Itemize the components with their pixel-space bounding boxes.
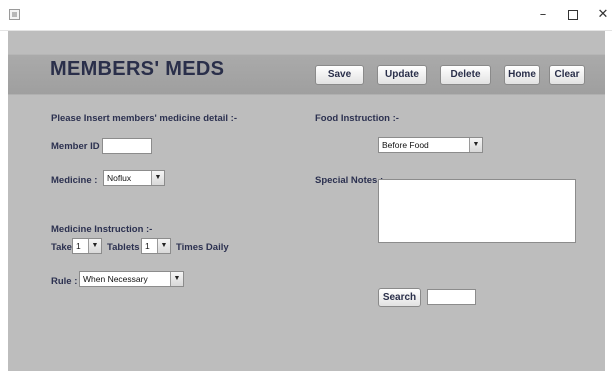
food-instruction-label: Food Instruction :-: [315, 113, 399, 124]
update-button[interactable]: Update: [377, 65, 427, 85]
take-label: Take: [51, 242, 72, 253]
take-count-select[interactable]: 1 ▼: [72, 238, 102, 254]
chevron-down-icon: ▼: [170, 272, 183, 286]
chevron-down-icon: ▼: [88, 239, 101, 253]
home-button[interactable]: Home: [504, 65, 540, 85]
special-notes-textarea[interactable]: [378, 179, 576, 243]
chevron-down-icon: ▼: [151, 171, 164, 185]
minimize-button[interactable]: –: [532, 6, 554, 24]
member-id-label: Member ID :: [51, 141, 106, 152]
food-instruction-value: Before Food: [382, 140, 429, 150]
page-title: MEMBERS' MEDS: [50, 58, 225, 80]
chevron-down-icon: ▼: [157, 239, 170, 253]
java-app-icon: [9, 9, 20, 20]
member-id-field[interactable]: [102, 138, 152, 154]
times-count-select[interactable]: 1 ▼: [141, 238, 171, 254]
medicine-select-value: Noflux: [107, 173, 132, 183]
search-button[interactable]: Search: [378, 288, 421, 307]
search-field[interactable]: [427, 289, 476, 305]
title-bar: – ✕: [0, 0, 612, 31]
save-button[interactable]: Save: [315, 65, 364, 85]
food-instruction-select[interactable]: Before Food ▼: [378, 137, 483, 153]
medicine-label: Medicine :: [51, 175, 98, 186]
main-panel: MEMBERS' MEDS Save Update Delete Home Cl…: [8, 31, 605, 371]
close-button[interactable]: ✕: [592, 6, 612, 24]
chevron-down-icon: ▼: [469, 138, 482, 152]
tablets-label: Tablets: [107, 242, 140, 253]
rule-select-value: When Necessary: [83, 274, 148, 284]
delete-button[interactable]: Delete: [440, 65, 491, 85]
rule-select[interactable]: When Necessary ▼: [79, 271, 184, 287]
rule-label: Rule :: [51, 276, 78, 287]
section-label: Please Insert members' medicine detail :…: [51, 113, 238, 124]
medicine-select[interactable]: Noflux ▼: [103, 170, 165, 186]
header-band: MEMBERS' MEDS Save Update Delete Home Cl…: [8, 54, 605, 95]
take-count-value: 1: [76, 241, 81, 251]
medicine-instruction-label: Medicine Instruction :-: [51, 224, 153, 235]
clear-button[interactable]: Clear: [549, 65, 585, 85]
times-count-value: 1: [145, 241, 150, 251]
maximize-button[interactable]: [562, 6, 584, 24]
times-daily-label: Times Daily: [176, 242, 229, 253]
maximize-icon: [568, 10, 578, 20]
special-notes-label: Special Notes :-: [315, 175, 387, 186]
